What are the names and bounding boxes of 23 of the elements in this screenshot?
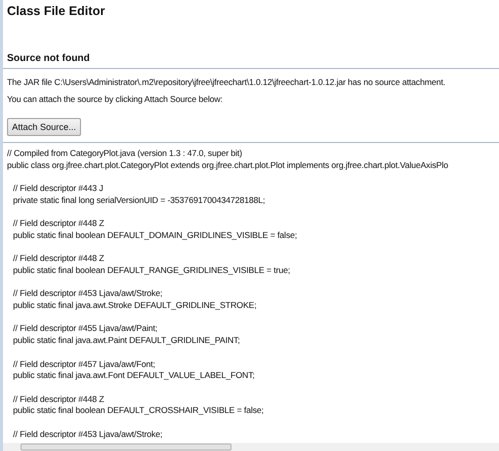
notice-heading: Source not found: [7, 53, 91, 64]
code-comment: // Field descriptor #443 J: [12, 183, 104, 195]
code-line: public static final boolean DEFAULT_CROSSHAIR_VISIBLE = false;: [12, 405, 265, 418]
code-line: // Compiled from CategoryPlot.java (version 1.3 : 47.0, super bit): [7, 148, 244, 160]
code-line: public static final java.awt.Paint DEFAULT_GRIDLINE_PAINT;: [12, 335, 241, 347]
code-comment: // Field descriptor #448 Z: [12, 394, 106, 406]
code-comment: // Field descriptor #453 Ljava/awt/Stroke;: [12, 288, 164, 300]
code-line: public static final java.awt.Stroke DEFAULT_GRIDLINE_STROKE;: [12, 300, 258, 312]
code-comment: // Field descriptor #457 Ljava/awt/Font;: [12, 358, 156, 370]
code-comment: // Field descriptor #448 Z: [12, 218, 106, 230]
code-line: public class org.jfree.chart.plot.CategoryPlot extends org.jfree.chart.plot.Plot implements org.jfree.chart.plot.ValueAxisPlo: [7, 160, 450, 172]
editor-title: Class File Editor: [7, 4, 106, 20]
attach-source-button[interactable]: Attach Source...: [7, 118, 82, 136]
code-comment: // Field descriptor #453 Ljava/awt/Stroke;: [12, 428, 164, 440]
code-line: public static final boolean DEFAULT_RANGE_GRIDLINES_VISIBLE = true;: [12, 264, 292, 277]
notice-message: You can attach the source by clicking Attach Source below:: [7, 93, 224, 106]
notice-message: The JAR file C:\Users\Administrator\.m2\repository\jfree\jfreechart\1.0.12\jfreechart-1.0.12.jar has no source attachment.: [7, 76, 446, 89]
code-line: private static final long serialVersionUID = -3537691700434728188L;: [12, 194, 266, 206]
code-line: public static final java.awt.Font DEFAULT_VALUE_LABEL_FONT;: [12, 370, 256, 382]
horizontal-scrollbar[interactable]: [3, 443, 499, 451]
code-comment: // Field descriptor #448 Z: [12, 253, 106, 265]
code-line: public static final boolean DEFAULT_DOMAIN_GRIDLINES_VISIBLE = false;: [12, 230, 298, 242]
code-comment: // Field descriptor #455 Ljava/awt/Paint;: [12, 323, 158, 336]
